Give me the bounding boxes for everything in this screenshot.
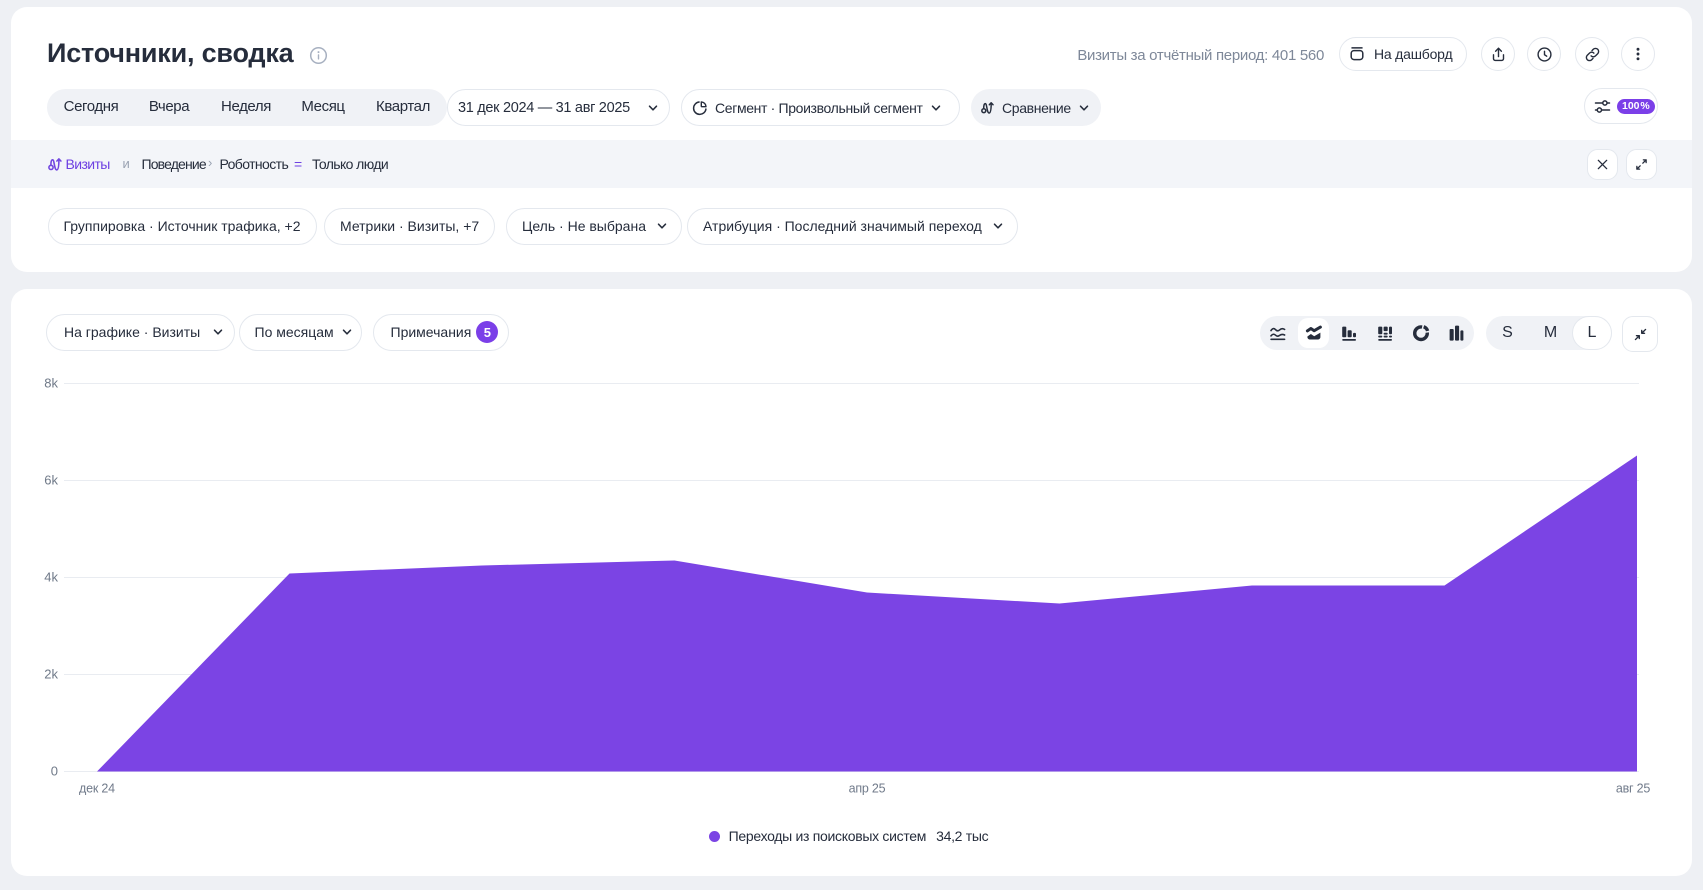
svg-text:дек 24: дек 24 — [79, 781, 115, 795]
svg-text:6k: 6k — [44, 472, 58, 487]
svg-text:8k: 8k — [44, 375, 58, 390]
svg-text:2k: 2k — [44, 666, 58, 681]
svg-text:0: 0 — [51, 763, 58, 778]
svg-text:апр 25: апр 25 — [849, 781, 886, 795]
svg-text:4k: 4k — [44, 569, 58, 584]
svg-text:авг 25: авг 25 — [1616, 781, 1651, 795]
